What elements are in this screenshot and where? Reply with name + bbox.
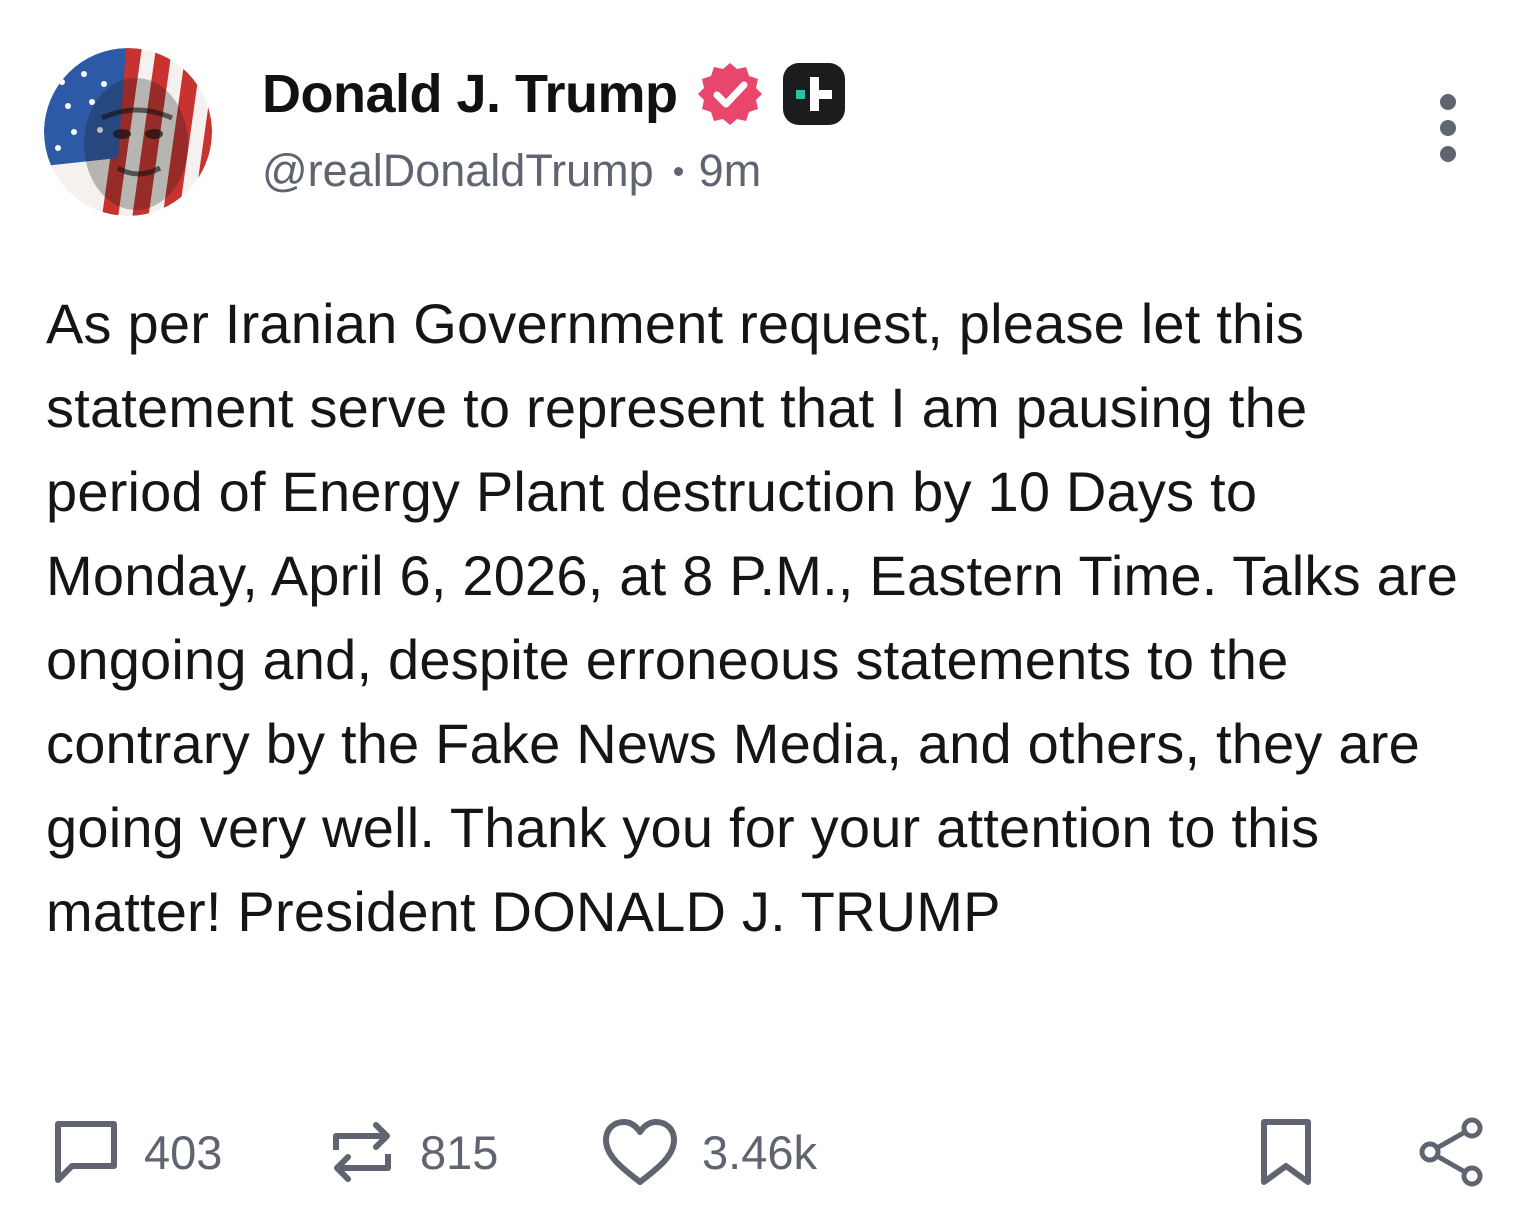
bookmark-button[interactable]	[1256, 1112, 1316, 1192]
separator-dot	[673, 166, 683, 176]
like-button[interactable]: 3.46k	[600, 1112, 817, 1192]
reply-icon	[50, 1116, 122, 1188]
more-options-icon	[1430, 94, 1466, 174]
share-button[interactable]	[1416, 1112, 1488, 1192]
repost-icon	[326, 1116, 398, 1188]
avatar[interactable]	[44, 48, 212, 216]
post-text: As per Iranian Government request, pleas…	[46, 292, 1459, 943]
share-icon	[1416, 1116, 1488, 1188]
author-line: Donald J. Trump	[262, 58, 848, 130]
bookmark-icon	[1256, 1116, 1316, 1188]
post-card: Donald J. Trump @realDonaldTrump 9m As p…	[0, 0, 1538, 1228]
action-bar: 403 815 3.46k	[0, 1112, 1538, 1192]
handle[interactable]: @realDonaldTrump	[262, 145, 654, 197]
repost-count: 815	[420, 1125, 499, 1179]
plus-badge-icon	[780, 60, 848, 128]
more-options-button[interactable]	[1430, 90, 1466, 170]
author-meta: @realDonaldTrump 9m	[262, 145, 761, 197]
avatar-image	[44, 48, 212, 216]
verified-badge-icon	[696, 60, 764, 128]
like-count: 3.46k	[702, 1125, 817, 1179]
timestamp[interactable]: 9m	[699, 145, 762, 197]
heart-icon	[600, 1116, 680, 1188]
repost-button[interactable]: 815	[326, 1112, 498, 1192]
reply-count: 403	[144, 1125, 223, 1179]
reply-button[interactable]: 403	[50, 1112, 222, 1192]
display-name[interactable]: Donald J. Trump	[262, 63, 678, 125]
